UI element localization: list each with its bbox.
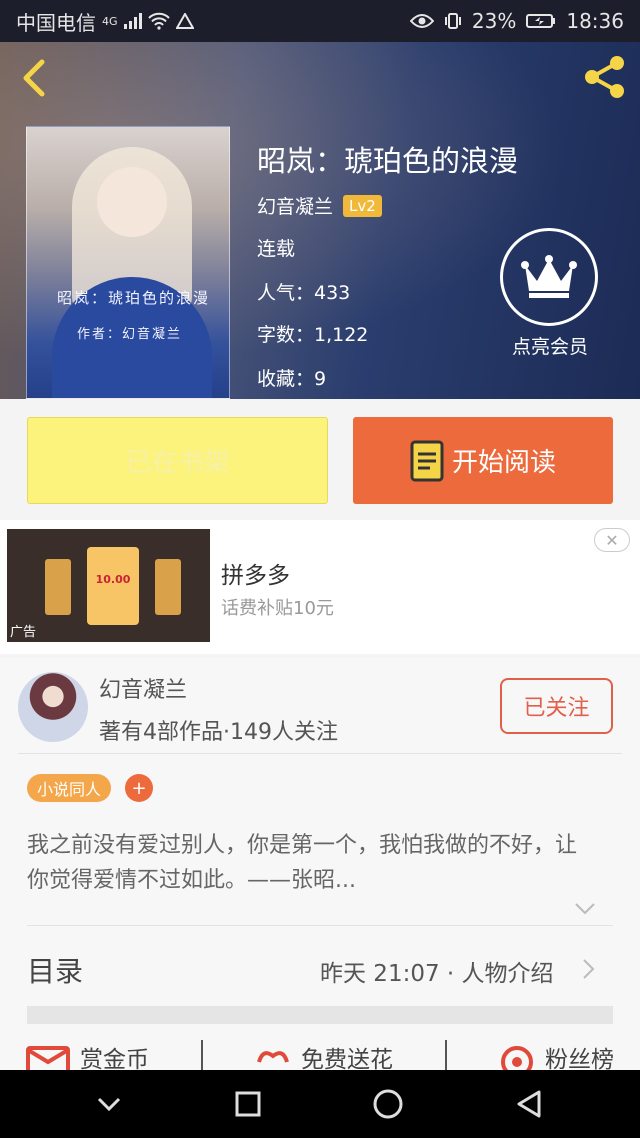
cover-title-text: 昭岚：琥珀色的浪漫 (57, 289, 211, 307)
ad-label: 广告 (10, 625, 37, 640)
cover-art-face (97, 167, 167, 237)
alert-triangle-icon (175, 13, 194, 29)
crown-icon (500, 228, 598, 326)
start-reading-label: 开始阅读 (451, 448, 556, 478)
author-row: 幻音凝兰 Lv2 (257, 192, 382, 219)
reward-coins-button[interactable]: 赏金币 (26, 1040, 149, 1070)
close-icon[interactable]: ✕ (594, 528, 630, 552)
back-triangle-icon[interactable] (515, 1089, 545, 1119)
popularity-count: 人气：433 (257, 282, 351, 304)
author-panel: 幻音凝兰 著有4部作品·149人关注 已关注 小说同人 + 我之前没有爱过别人，… (0, 658, 640, 1070)
book-header: 昭岚：琥珀色的浪漫 作者：幻音凝兰 昭岚：琥珀色的浪漫 幻音凝兰 Lv2 连载 … (0, 42, 640, 399)
favorites-count: 收藏：9 (257, 368, 327, 390)
book-icon (410, 440, 444, 481)
wifi-icon (147, 12, 170, 30)
clock: 18:36 (566, 9, 624, 33)
divider (27, 925, 613, 926)
battery-percent: 23% (471, 9, 517, 33)
fan-ranking-button[interactable]: 粉丝榜 (499, 1040, 614, 1070)
book-status: 连载 (257, 238, 296, 260)
toc-latest-chapter[interactable]: 昨天 21:07 · 人物介绍 (320, 954, 554, 988)
envelope-icon (26, 1046, 70, 1070)
divider (18, 753, 622, 754)
ad-thumb-card-right (155, 559, 181, 615)
flower-icon (257, 1051, 289, 1063)
vip-label: 点亮会员 (511, 336, 588, 358)
ad-thumb-card (87, 547, 139, 625)
genre-tag[interactable]: 小说同人 (27, 774, 112, 802)
author-name[interactable]: 幻音凝兰 (257, 192, 333, 219)
ad-price: 10.00 (95, 573, 131, 586)
toc-title[interactable]: 目录 (27, 950, 83, 990)
chevron-down-icon[interactable] (95, 1095, 123, 1113)
status-bar: 中国电信 4G 23% 18:36 (0, 0, 640, 42)
home-icon[interactable] (372, 1088, 404, 1120)
ad-subtitle: 话费补贴10元 (221, 598, 334, 619)
carrier-label: 中国电信 (16, 10, 96, 35)
chevron-right-icon[interactable] (582, 958, 596, 980)
author-stats: 著有4部作品·149人关注 (99, 720, 338, 745)
recent-apps-icon[interactable] (234, 1090, 262, 1118)
ad-thumbnail: 10.00 广告 (7, 529, 210, 642)
follow-button[interactable]: 已关注 (500, 678, 613, 734)
level-badge: Lv2 (343, 194, 382, 217)
share-icon[interactable] (582, 54, 628, 100)
divider (445, 1040, 447, 1070)
vibrate-icon (444, 13, 461, 29)
vip-button[interactable]: 点亮会员 (500, 228, 600, 359)
add-tag-button[interactable]: + (125, 774, 153, 802)
fan-ranking-label: 粉丝榜 (545, 1047, 614, 1070)
book-description[interactable]: 我之前没有爱过别人，你是第一个，我怕我做的不好，让你觉得爱情不过如此。——张昭.… (27, 828, 587, 898)
cover-author-text: 作者：幻音凝兰 (77, 327, 183, 342)
reward-coins-label: 赏金币 (80, 1047, 149, 1070)
avatar[interactable] (18, 672, 88, 742)
ad-title: 拼多多 (221, 563, 290, 589)
start-reading-button[interactable]: 开始阅读 (353, 417, 613, 504)
ad-thumb-card-left (45, 559, 71, 615)
ranking-icon (501, 1046, 533, 1070)
eye-icon (409, 14, 434, 28)
signal-icon (123, 13, 142, 29)
battery-icon (526, 14, 556, 28)
book-cover[interactable]: 昭岚：琥珀色的浪漫 作者：幻音凝兰 (26, 126, 230, 399)
send-flower-button[interactable]: 免费送花 (255, 1040, 393, 1070)
divider (201, 1040, 203, 1070)
section-separator (27, 1006, 613, 1024)
system-nav-bar (0, 1070, 640, 1138)
action-row: 赏金币 免费送花 粉丝榜 (0, 1040, 640, 1070)
ad-banner[interactable]: 10.00 广告 拼多多 话费补贴10元 ✕ (0, 520, 640, 654)
network-type: 4G (102, 14, 118, 28)
word-count: 字数：1,122 (257, 324, 369, 346)
back-arrow-icon[interactable] (14, 56, 54, 100)
send-flower-label: 免费送花 (301, 1047, 393, 1070)
chevron-down-icon[interactable] (574, 902, 596, 916)
on-shelf-button[interactable]: 已在书架 (27, 417, 328, 504)
book-title: 昭岚：琥珀色的浪漫 (257, 144, 519, 178)
author-panel-name[interactable]: 幻音凝兰 (99, 672, 187, 704)
